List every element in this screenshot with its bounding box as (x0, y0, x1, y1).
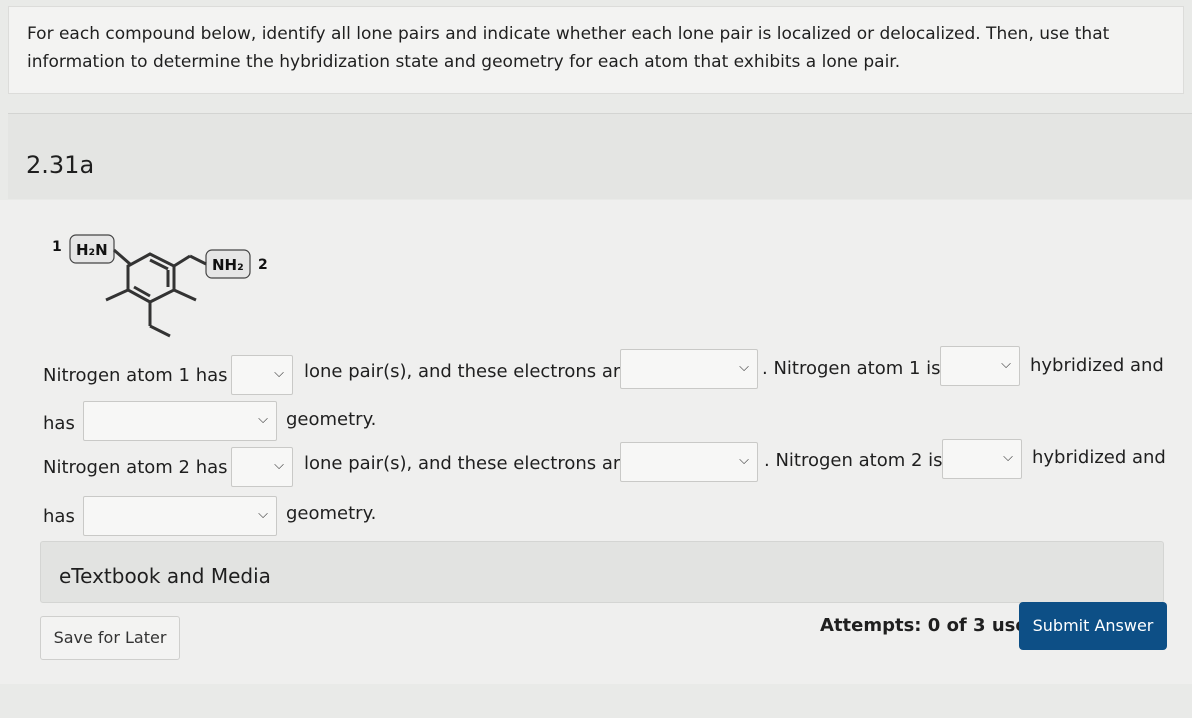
chevron-down-icon: ⌵ (739, 360, 749, 375)
n2-hybridization-select[interactable]: ⌵ (942, 439, 1022, 479)
save-for-later-button[interactable]: Save for Later (40, 616, 180, 660)
n1-geometry-label: geometry. (286, 409, 377, 430)
chevron-down-icon: ⌵ (739, 453, 749, 468)
chevron-down-icon: ⌵ (274, 366, 284, 381)
instructions-panel: For each compound below, identify all lo… (8, 6, 1184, 94)
n1-is-label: . Nitrogen atom 1 is (762, 358, 941, 379)
atom2-number: 2 (258, 257, 268, 273)
instructions-text: For each compound below, identify all lo… (27, 24, 1110, 72)
attempts-count: Attempts: 0 of 3 used (820, 615, 1041, 636)
question-number: 2.31a (26, 151, 95, 179)
submit-answer-button[interactable]: Submit Answer (1019, 602, 1167, 650)
n1-localization-select[interactable]: ⌵ (620, 349, 758, 389)
n2-is-label: . Nitrogen atom 2 is (764, 450, 943, 471)
chevron-down-icon: ⌵ (1001, 357, 1011, 372)
n2-hybridized-label: hybridized and (1032, 447, 1166, 468)
etextbook-label: eTextbook and Media (59, 564, 271, 588)
n2-geometry-label: geometry. (286, 503, 377, 524)
n1-lone-pairs-select[interactable]: ⌵ (231, 355, 293, 395)
n1-has-label: Nitrogen atom 1 has (43, 365, 228, 386)
n1-hybridized-label: hybridized and (1030, 355, 1164, 376)
chevron-down-icon: ⌵ (274, 458, 284, 473)
n2-has2-label: has (43, 506, 75, 527)
n2-geometry-select[interactable]: ⌵ (83, 496, 277, 536)
n1-geometry-select[interactable]: ⌵ (83, 401, 277, 441)
n2-lone-pairs-label: lone pair(s), and these electrons are (304, 453, 631, 474)
chevron-down-icon: ⌵ (258, 507, 268, 522)
molecule-bonds (105, 248, 207, 338)
n2-localization-select[interactable]: ⌵ (620, 442, 758, 482)
question-header: 2.31a (8, 113, 1192, 199)
n2-lone-pairs-select[interactable]: ⌵ (231, 447, 293, 487)
n1-hybridization-select[interactable]: ⌵ (940, 346, 1020, 386)
n2-has-label: Nitrogen atom 2 has (43, 457, 228, 478)
chevron-down-icon: ⌵ (1003, 450, 1013, 465)
atom1-number: 1 (52, 239, 62, 255)
molecule-structure: 1 H₂N NH₂ 2 (52, 234, 268, 338)
atom1-label: H₂N (76, 241, 108, 259)
n1-has2-label: has (43, 413, 75, 434)
etextbook-media-section[interactable]: eTextbook and Media (40, 541, 1164, 603)
chevron-down-icon: ⌵ (258, 412, 268, 427)
n1-lone-pairs-label: lone pair(s), and these electrons are (304, 361, 631, 382)
atom2-label: NH₂ (212, 256, 244, 274)
